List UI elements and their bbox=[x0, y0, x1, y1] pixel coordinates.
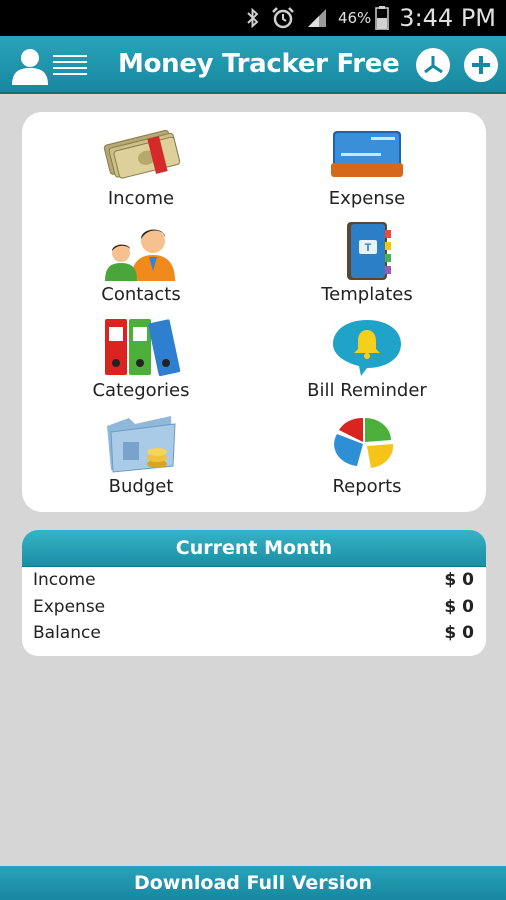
menu-label-categories: Categories bbox=[92, 380, 190, 401]
menu-icon[interactable] bbox=[53, 54, 87, 76]
summary-value: $ 0 bbox=[444, 623, 474, 644]
current-month-panel: Current Month Income $ 0 Expense $ 0 Bal… bbox=[22, 530, 486, 656]
notebook-icon: T bbox=[327, 220, 407, 282]
chart-icon[interactable] bbox=[416, 48, 450, 82]
menu-label-templates: Templates bbox=[321, 284, 413, 305]
status-bar: 46% 3:44 PM bbox=[0, 0, 506, 36]
summary-label: Income bbox=[33, 570, 96, 591]
credit-card-icon bbox=[327, 124, 407, 186]
summary-label: Balance bbox=[33, 623, 101, 644]
summary-label: Expense bbox=[33, 596, 106, 617]
menu-item-bill-reminder[interactable]: Bill Reminder bbox=[252, 316, 482, 411]
download-full-version-button[interactable]: Download Full Version bbox=[0, 866, 506, 900]
contacts-icon bbox=[101, 220, 181, 282]
folder-coins-icon bbox=[101, 412, 181, 474]
menu-item-templates[interactable]: T Templates bbox=[252, 220, 482, 315]
menu-item-contacts[interactable]: Contacts bbox=[26, 220, 256, 315]
svg-text:T: T bbox=[365, 242, 372, 254]
menu-label-budget: Budget bbox=[108, 476, 174, 497]
battery-percent: 46% bbox=[337, 9, 372, 27]
status-time: 3:44 PM bbox=[399, 4, 496, 32]
menu-label-reports: Reports bbox=[332, 476, 402, 497]
signal-icon bbox=[306, 7, 328, 29]
menu-item-income[interactable]: Income bbox=[26, 124, 256, 219]
binders-icon bbox=[101, 316, 181, 378]
main-menu-card: Income Expense Contacts T Templates Cate… bbox=[22, 112, 486, 512]
menu-label-contacts: Contacts bbox=[101, 284, 181, 305]
bluetooth-icon bbox=[246, 7, 260, 29]
menu-label-expense: Expense bbox=[328, 188, 406, 209]
summary-row-expense: Expense $ 0 bbox=[22, 594, 486, 621]
menu-label-bill-reminder: Bill Reminder bbox=[307, 380, 427, 401]
alarm-icon bbox=[270, 5, 296, 31]
summary-row-income: Income $ 0 bbox=[22, 567, 486, 594]
bell-icon bbox=[327, 316, 407, 378]
profile-icon[interactable] bbox=[10, 45, 50, 85]
menu-item-categories[interactable]: Categories bbox=[26, 316, 256, 411]
app-header: Money Tracker Free bbox=[0, 36, 506, 94]
battery-icon bbox=[375, 6, 390, 30]
pie-chart-icon bbox=[327, 412, 407, 474]
app-title: Money Tracker Free bbox=[118, 49, 400, 79]
menu-item-expense[interactable]: Expense bbox=[252, 124, 482, 219]
menu-label-income: Income bbox=[107, 188, 175, 209]
summary-row-balance: Balance $ 0 bbox=[22, 620, 486, 647]
money-icon bbox=[101, 124, 181, 186]
add-icon[interactable] bbox=[464, 48, 498, 82]
summary-value: $ 0 bbox=[444, 570, 474, 591]
menu-item-budget[interactable]: Budget bbox=[26, 412, 256, 507]
current-month-title: Current Month bbox=[22, 530, 486, 567]
menu-item-reports[interactable]: Reports bbox=[252, 412, 482, 507]
summary-value: $ 0 bbox=[444, 596, 474, 617]
